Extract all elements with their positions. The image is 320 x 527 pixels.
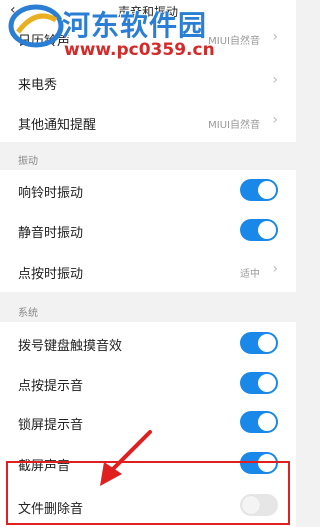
row-label: 点按时振动 <box>18 267 84 282</box>
toggle-knob <box>258 454 276 472</box>
page-title: 声音和振动 <box>117 5 178 19</box>
chevron-right-icon: › <box>272 112 278 128</box>
vibrate-on-silent-toggle[interactable] <box>240 219 278 241</box>
chevron-right-icon: › <box>272 29 278 45</box>
settings-row-vibrate-on-ring[interactable]: 响铃时振动 <box>0 170 296 210</box>
section-header-system: 系统 <box>0 292 296 322</box>
toggle-knob <box>242 496 260 514</box>
row-label: 静音时振动 <box>18 226 84 241</box>
title-bar: ‹ 声音和振动 <box>0 0 296 22</box>
settings-row-vibrate-on-silent[interactable]: 静音时振动 <box>0 210 296 250</box>
row-label: 日历铃声 <box>18 34 71 49</box>
toggle-knob <box>258 334 276 352</box>
toggle-knob <box>258 374 276 392</box>
screenshot-sound-toggle[interactable] <box>240 452 278 474</box>
row-value: MIUI自然音 <box>208 36 260 47</box>
row-label: 拨号键盘触摸音效 <box>18 339 123 354</box>
row-label: 其他通知提醒 <box>18 118 97 133</box>
row-label: 来电秀 <box>18 78 58 93</box>
toggle-knob <box>258 221 276 239</box>
vibrate-on-ring-toggle[interactable] <box>240 179 278 201</box>
settings-row-dialpad-touch-tones[interactable]: 拨号键盘触摸音效 <box>0 322 296 364</box>
chevron-right-icon: › <box>272 261 278 277</box>
file-delete-sound-toggle[interactable] <box>240 494 278 516</box>
row-label: 锁屏提示音 <box>18 418 84 433</box>
settings-row-other-notifications[interactable]: 其他通知提醒 MIUI自然音 › <box>0 102 296 142</box>
section-title: 振动 <box>18 156 38 167</box>
settings-row-touch-sounds[interactable]: 点按提示音 <box>0 364 296 402</box>
section-header-vibration: 振动 <box>0 142 296 170</box>
toggle-knob <box>258 181 276 199</box>
settings-row-screenshot-sound[interactable]: 截屏声音 <box>0 442 296 484</box>
settings-row-vibrate-on-touch[interactable]: 点按时振动 适中 › <box>0 250 296 292</box>
settings-row-lock-screen-sound[interactable]: 锁屏提示音 <box>0 402 296 442</box>
row-label: 文件删除音 <box>18 502 84 517</box>
settings-row-calendar-ringtone[interactable]: 日历铃声 MIUI自然音 › <box>0 22 296 62</box>
row-label: 响铃时振动 <box>18 186 84 201</box>
touch-sounds-toggle[interactable] <box>240 372 278 394</box>
settings-row-file-delete-sound[interactable]: 文件删除音 <box>0 484 296 527</box>
row-label: 截屏声音 <box>18 459 71 474</box>
chevron-right-icon: › <box>272 72 278 88</box>
settings-row-caller-show[interactable]: 来电秀 › <box>0 62 296 102</box>
row-value: MIUI自然音 <box>208 120 260 131</box>
section-title: 系统 <box>18 308 38 319</box>
row-label: 点按提示音 <box>18 379 84 394</box>
dialpad-touch-tones-toggle[interactable] <box>240 332 278 354</box>
lock-screen-sound-toggle[interactable] <box>240 411 278 433</box>
row-value: 适中 <box>240 269 260 280</box>
toggle-knob <box>258 413 276 431</box>
